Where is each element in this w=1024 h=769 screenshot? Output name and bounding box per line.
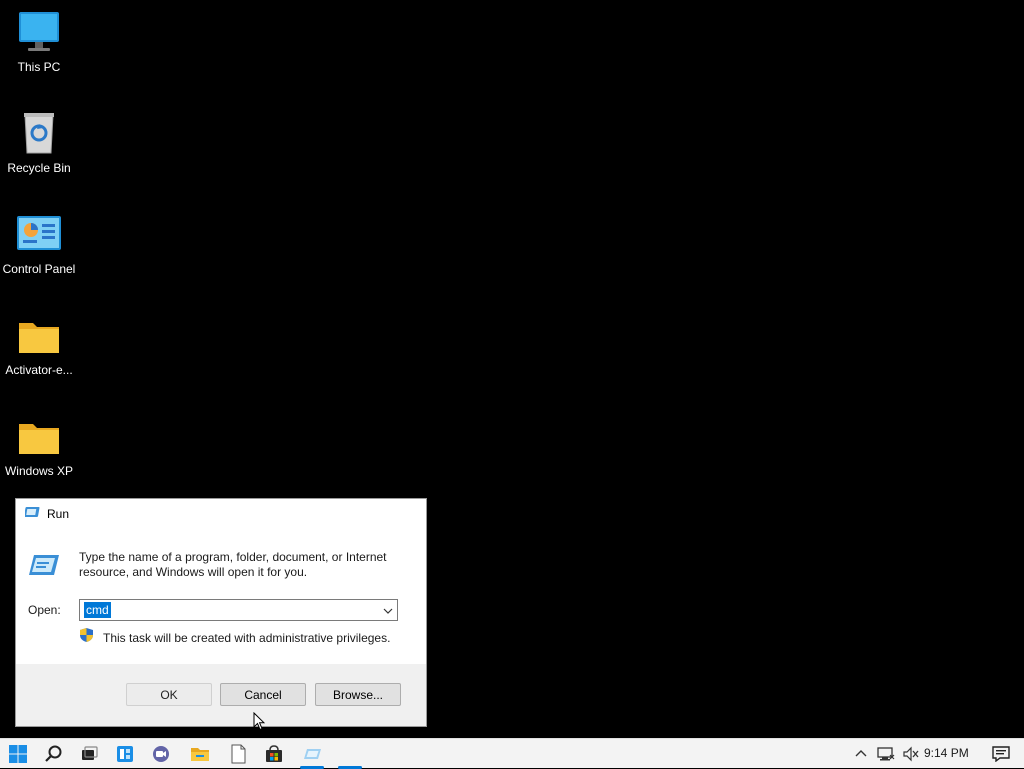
widgets-icon[interactable] xyxy=(115,744,135,764)
browse-button[interactable]: Browse... xyxy=(315,683,401,706)
recycle-bin-icon xyxy=(15,109,63,157)
admin-notice: This task will be created with administr… xyxy=(79,627,390,648)
desktop-icon-activator-folder[interactable]: Activator-e... xyxy=(0,303,78,393)
notepad-icon[interactable] xyxy=(228,744,248,764)
run-description: Type the name of a program, folder, docu… xyxy=(79,550,387,579)
taskbar: 9:14 PM xyxy=(0,738,1024,769)
desktop-icon-control-panel[interactable]: Control Panel xyxy=(0,202,78,292)
cancel-button[interactable]: Cancel xyxy=(220,683,306,706)
file-explorer-icon[interactable] xyxy=(190,744,210,764)
volume-muted-icon[interactable] xyxy=(902,739,920,769)
desktop-icon-this-pc[interactable]: This PC xyxy=(0,0,78,90)
desktop-icon-label: Recycle Bin xyxy=(7,161,71,175)
run-dialog-footer: OK Cancel Browse... xyxy=(16,664,426,726)
run-dialog: Run Type the name of a program, folder, … xyxy=(15,498,427,727)
network-icon[interactable] xyxy=(877,739,895,769)
uac-shield-icon xyxy=(79,627,94,648)
ok-button[interactable]: OK xyxy=(126,683,212,706)
open-combobox[interactable]: cmd xyxy=(79,599,398,621)
chevron-down-icon[interactable] xyxy=(383,604,393,622)
notification-center-icon[interactable] xyxy=(992,739,1010,769)
desktop-icon-label: Control Panel xyxy=(2,262,76,276)
monitor-icon xyxy=(15,8,63,56)
folder-icon xyxy=(15,412,63,460)
run-dialog-title: Run xyxy=(47,507,70,521)
desktop-icon-label: Activator-e... xyxy=(5,363,73,377)
search-icon[interactable] xyxy=(44,744,64,764)
desktop-icon-label: Windows XP xyxy=(4,464,74,478)
desktop-icon-label: This PC xyxy=(17,60,61,74)
task-view-icon[interactable] xyxy=(79,744,99,764)
chat-icon[interactable] xyxy=(151,744,171,764)
mouse-cursor-icon xyxy=(253,711,266,736)
run-dialog-titlebar[interactable]: Run xyxy=(16,499,426,529)
show-hidden-icons-chevron-icon[interactable] xyxy=(854,739,868,769)
run-icon xyxy=(24,505,41,524)
run-program-icon xyxy=(28,553,60,582)
folder-icon xyxy=(15,311,63,359)
run-taskbar-icon[interactable] xyxy=(300,744,324,769)
control-panel-icon xyxy=(15,210,63,258)
desktop-icon-windows-xp-folder[interactable]: Windows XP xyxy=(0,404,78,494)
open-input-value[interactable]: cmd xyxy=(84,602,111,618)
store-icon[interactable] xyxy=(264,744,284,764)
start-icon[interactable] xyxy=(8,744,28,764)
open-label: Open: xyxy=(28,603,61,617)
taskbar-clock[interactable]: 9:14 PM xyxy=(924,746,969,760)
app-taskbar-icon[interactable] xyxy=(338,744,362,769)
desktop-icon-recycle-bin[interactable]: Recycle Bin xyxy=(0,101,78,191)
admin-notice-text: This task will be created with administr… xyxy=(103,630,391,645)
